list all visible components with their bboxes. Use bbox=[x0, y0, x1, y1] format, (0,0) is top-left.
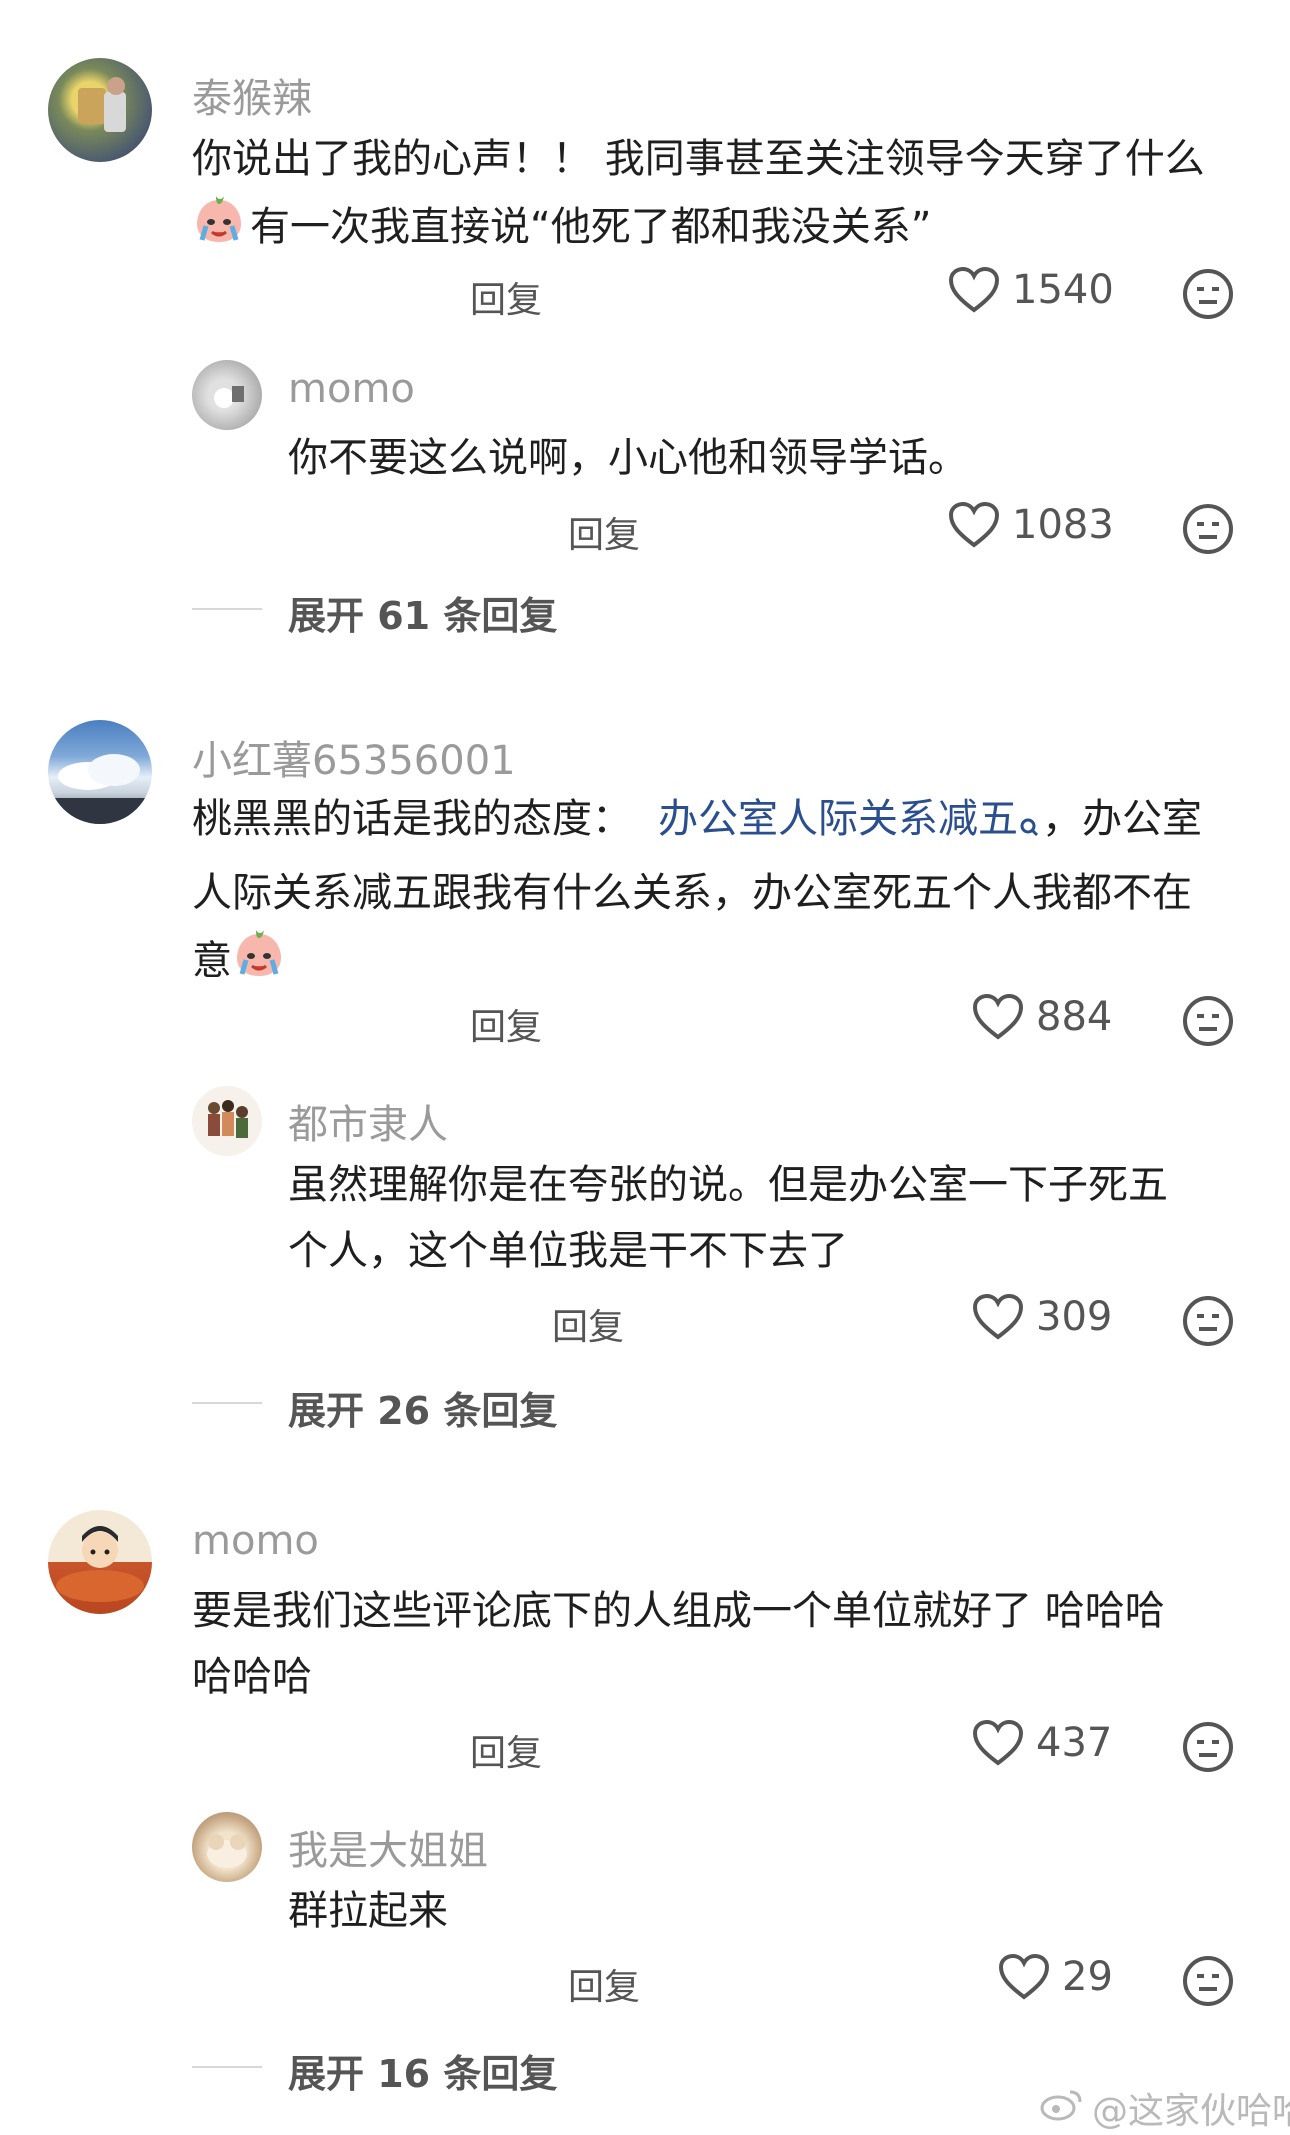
avatar[interactable] bbox=[192, 360, 262, 430]
reply-text: 群拉起来 bbox=[288, 1888, 448, 1934]
reply-button[interactable]: 回复 bbox=[552, 1298, 624, 1350]
comment-author[interactable]: 小红薯65356001 bbox=[192, 728, 516, 786]
meh-face-icon[interactable] bbox=[1182, 268, 1234, 320]
like-count: 884 bbox=[1036, 994, 1113, 1040]
like-count: 29 bbox=[1062, 1954, 1113, 2000]
reply-author[interactable]: momo bbox=[288, 366, 415, 412]
heart-icon bbox=[948, 501, 1000, 549]
comment-text: 要是我们这些评论底下的人组成一个单位就好了 哈哈哈 哈哈哈 bbox=[192, 1588, 1165, 1700]
meh-face-icon[interactable] bbox=[1182, 1295, 1234, 1347]
expand-replies-button[interactable]: 展开 61 条回复 bbox=[288, 585, 557, 640]
reply-text: 你不要这么说啊，小心他和领导学话。 bbox=[288, 435, 968, 481]
comment-text: 你说出了我的心声！！ 我同事甚至关注领导今天穿了什么 有一次我直接说“他死了都和… bbox=[192, 126, 1252, 266]
like-count: 1540 bbox=[1012, 267, 1114, 313]
avatar[interactable] bbox=[48, 1510, 152, 1614]
expand-replies-button[interactable]: 展开 16 条回复 bbox=[288, 2043, 557, 2098]
reply-button[interactable]: 回复 bbox=[568, 1958, 640, 2010]
reply-button[interactable]: 回复 bbox=[470, 1724, 542, 1776]
like-button[interactable]: 1083 bbox=[948, 501, 1114, 549]
meh-face-icon[interactable] bbox=[1182, 503, 1234, 555]
crying-emoji-icon bbox=[232, 926, 286, 1000]
like-count: 1083 bbox=[1012, 502, 1114, 548]
reply-text: 虽然理解你是在夸张的说。但是办公室一下子死五 个人，这个单位我是干不下去了 bbox=[288, 1162, 1168, 1274]
avatar[interactable] bbox=[192, 1812, 262, 1882]
like-button[interactable]: 29 bbox=[998, 1953, 1113, 2001]
like-count: 437 bbox=[1036, 1720, 1113, 1766]
avatar[interactable] bbox=[48, 58, 152, 162]
heart-icon bbox=[972, 993, 1024, 1041]
meh-face-icon[interactable] bbox=[1182, 995, 1234, 1047]
reply-button[interactable]: 回复 bbox=[470, 998, 542, 1050]
search-link[interactable]: 办公室人际关系减五 bbox=[658, 796, 1018, 842]
divider bbox=[192, 2066, 262, 2068]
reply-author[interactable]: 我是大姐姐 bbox=[288, 1818, 488, 1876]
avatar[interactable] bbox=[48, 720, 152, 824]
like-button[interactable]: 437 bbox=[972, 1719, 1112, 1767]
like-button[interactable]: 1540 bbox=[948, 266, 1114, 314]
reply-button[interactable]: 回复 bbox=[568, 506, 640, 558]
reply-author[interactable]: 都市隶人 bbox=[288, 1092, 448, 1150]
avatar[interactable] bbox=[192, 1086, 262, 1156]
comment-author[interactable]: momo bbox=[192, 1518, 319, 1564]
heart-icon bbox=[998, 1953, 1050, 2001]
crying-emoji-icon bbox=[192, 192, 246, 266]
heart-icon bbox=[972, 1293, 1024, 1341]
reply-button[interactable]: 回复 bbox=[470, 271, 542, 323]
meh-face-icon[interactable] bbox=[1182, 1721, 1234, 1773]
watermark: @这家伙哈哈 bbox=[1040, 2082, 1290, 2134]
search-link-icon[interactable] bbox=[1018, 794, 1042, 860]
expand-replies-button[interactable]: 展开 26 条回复 bbox=[288, 1380, 557, 1435]
like-button[interactable]: 884 bbox=[972, 993, 1112, 1041]
heart-icon bbox=[972, 1719, 1024, 1767]
divider bbox=[192, 608, 262, 610]
meh-face-icon[interactable] bbox=[1182, 1955, 1234, 2007]
heart-icon bbox=[948, 266, 1000, 314]
watermark-text: @这家伙哈哈 bbox=[1092, 2091, 1290, 2132]
comment-text: 桃黑黑的话是我的态度： 办公室人际关系减五 ，办公室 人际关系减五跟我有什么关系，办… bbox=[192, 786, 1252, 1000]
divider bbox=[192, 1402, 262, 1404]
like-count: 309 bbox=[1036, 1294, 1113, 1340]
like-button[interactable]: 309 bbox=[972, 1293, 1112, 1341]
comment-author[interactable]: 泰猴辣 bbox=[192, 66, 312, 124]
weibo-logo-icon bbox=[1040, 2086, 1084, 2131]
